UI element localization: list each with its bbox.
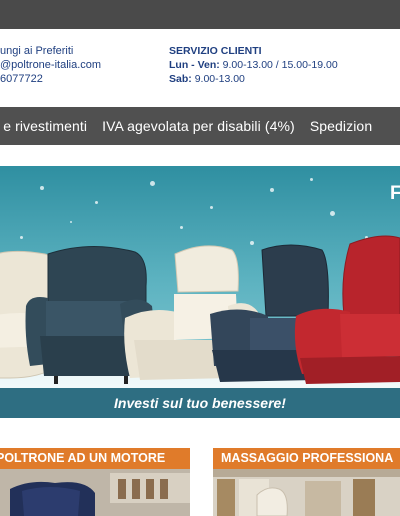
hours-weekday: Lun - Ven: 9.00-13.00 / 15.00-19.00	[169, 58, 338, 72]
add-to-favorites-link[interactable]: ungi ai Preferiti	[0, 44, 101, 58]
nav-item-rivestimenti[interactable]: i e rivestimenti	[0, 118, 102, 134]
phone-number: 6077722	[0, 73, 43, 85]
hero-banner[interactable]: F Investi sul tuo benessere!	[0, 166, 400, 418]
hours-sat-value: 9.00-13.00	[194, 73, 245, 85]
email-link[interactable]: @poltrone-italia.com	[0, 58, 101, 72]
nav-item-spedizioni[interactable]: Spedizion	[310, 118, 387, 134]
massage-chair-photo	[213, 469, 400, 516]
hours-saturday: Sab: 9.00-13.00	[169, 72, 338, 86]
nav-item-iva-agevolata[interactable]: IVA agevolata per disabili (4%)	[102, 118, 310, 134]
top-bar	[0, 0, 400, 29]
card-title[interactable]: POLTRONE AD UN MOTORE	[0, 448, 190, 469]
banner-corner-text: F	[390, 183, 400, 204]
card-title[interactable]: MASSAGGIO PROFESSIONA	[213, 448, 400, 469]
customer-service-title: SERVIZIO CLIENTI	[169, 45, 262, 57]
card-image[interactable]	[0, 469, 190, 516]
header: ungi ai Preferiti @poltrone-italia.com 6…	[0, 29, 400, 107]
card-massaggio-professionale[interactable]: MASSAGGIO PROFESSIONA	[213, 448, 400, 516]
hours-sat-label: Sab:	[169, 73, 192, 85]
hours-weekday-value: 9.00-13.00 / 15.00-19.00	[222, 59, 338, 71]
main-nav: i e rivestimenti IVA agevolata per disab…	[0, 107, 400, 145]
armchairs-illustration	[0, 235, 400, 384]
banner-tagline: Investi sul tuo benessere!	[0, 388, 400, 418]
hours-weekday-label: Lun - Ven:	[169, 59, 220, 71]
customer-service: SERVIZIO CLIENTI Lun - Ven: 9.00-13.00 /…	[169, 44, 338, 86]
armchair-photo	[0, 469, 190, 516]
card-image[interactable]	[213, 469, 400, 516]
card-poltrone-un-motore[interactable]: POLTRONE AD UN MOTORE	[0, 448, 190, 516]
header-contacts: ungi ai Preferiti @poltrone-italia.com 6…	[0, 44, 101, 86]
